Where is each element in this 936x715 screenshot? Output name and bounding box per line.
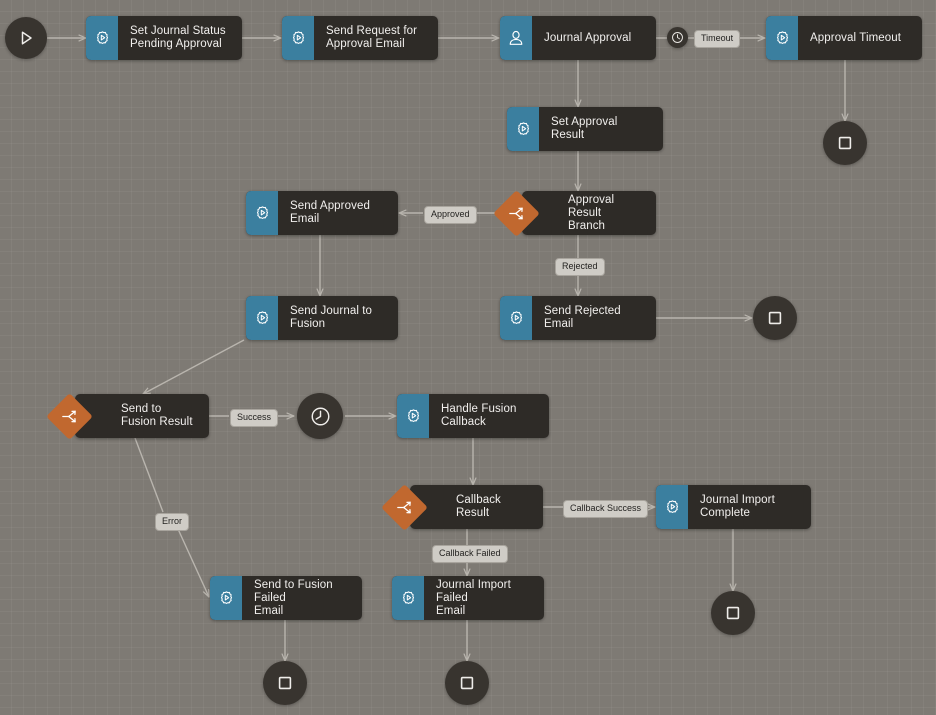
- end-node-fusion-failed[interactable]: [263, 661, 307, 705]
- node-label: Callback Result: [456, 494, 501, 519]
- edge-label-rejected: Rejected: [555, 258, 605, 276]
- wait-callback-timer-node[interactable]: [297, 393, 343, 439]
- node-label: Send Request for Approval Email: [326, 25, 418, 50]
- edge-label-success: Success: [230, 409, 279, 427]
- node-send-rejected-email[interactable]: Send Rejected Email: [500, 296, 656, 340]
- node-label: Approval Timeout: [810, 31, 902, 44]
- edge-label-callback-failed: Callback Failed: [432, 545, 508, 563]
- node-journal-approval[interactable]: Journal Approval: [500, 16, 656, 60]
- gear-play-icon: [766, 16, 798, 60]
- stop-square-icon: [768, 311, 782, 325]
- play-icon: [21, 31, 32, 45]
- branch-diamond: [493, 189, 552, 237]
- node-approval-result-branch[interactable]: Approval Result Branch: [493, 189, 656, 237]
- node-label: Set Approval Result: [551, 116, 618, 141]
- gear-play-icon: [282, 16, 314, 60]
- edge-label-approved: Approved: [424, 206, 477, 224]
- clock-icon: [672, 32, 683, 43]
- gear-play-icon: [397, 394, 429, 438]
- edge-error-to-fusion-failed: [177, 528, 210, 597]
- stop-square-icon: [838, 136, 852, 150]
- node-label: Send to Fusion Failed Email: [254, 578, 333, 617]
- gear-play-icon: [246, 191, 278, 235]
- node-label: Handle Fusion Callback: [441, 403, 517, 428]
- node-send-to-fusion-result[interactable]: Send to Fusion Result: [46, 392, 209, 440]
- edge-label-error: Error: [155, 513, 189, 531]
- node-send-to-fusion-failed-email[interactable]: Send to Fusion Failed Email: [210, 576, 362, 620]
- stop-square-icon: [726, 606, 740, 620]
- workflow-canvas[interactable]: Set Journal Status Pending Approval Send…: [0, 0, 936, 715]
- node-send-request-approval-email[interactable]: Send Request for Approval Email: [282, 16, 438, 60]
- node-send-approved-email[interactable]: Send Approved Email: [246, 191, 398, 235]
- node-label: Approval Result Branch: [568, 193, 615, 232]
- branch-diamond: [46, 392, 105, 440]
- edge-label-callback-success: Callback Success: [563, 500, 649, 518]
- node-handle-fusion-callback[interactable]: Handle Fusion Callback: [397, 394, 549, 438]
- stop-square-icon: [278, 676, 292, 690]
- node-approval-timeout[interactable]: Approval Timeout: [766, 16, 922, 60]
- node-label: Journal Approval: [544, 31, 632, 44]
- end-node-rejected[interactable]: [753, 296, 797, 340]
- node-journal-import-failed-email[interactable]: Journal Import Failed Email: [392, 576, 544, 620]
- start-node[interactable]: [5, 17, 47, 59]
- end-node-timeout[interactable]: [823, 121, 867, 165]
- node-label: Journal Import Complete: [700, 494, 775, 519]
- node-label: Send Rejected Email: [544, 305, 621, 330]
- gear-play-icon: [507, 107, 539, 151]
- node-callback-result[interactable]: Callback Result: [381, 483, 543, 531]
- gear-play-icon: [246, 296, 278, 340]
- node-label: Send Approved Email: [290, 200, 370, 225]
- node-send-journal-to-fusion[interactable]: Send Journal to Fusion: [246, 296, 398, 340]
- clock-icon: [311, 407, 329, 425]
- timeout-timer-node[interactable]: [667, 27, 688, 48]
- node-set-approval-result[interactable]: Set Approval Result: [507, 107, 663, 151]
- user-icon: [500, 16, 532, 60]
- edge-send-fusion-to-fusion-result: [143, 339, 245, 395]
- node-label: Send to Fusion Result: [121, 403, 193, 428]
- edge-label-timeout: Timeout: [694, 30, 741, 48]
- branch-diamond: [381, 483, 440, 531]
- node-journal-import-complete[interactable]: Journal Import Complete: [656, 485, 811, 529]
- edge-fusion-result-to-error-label: [134, 437, 164, 513]
- end-node-import-failed[interactable]: [445, 661, 489, 705]
- gear-play-icon: [392, 576, 424, 620]
- node-label: Send Journal to Fusion: [290, 305, 373, 330]
- node-label: Journal Import Failed Email: [436, 578, 511, 617]
- gear-play-icon: [210, 576, 242, 620]
- stop-square-icon: [460, 676, 474, 690]
- end-node-import-complete[interactable]: [711, 591, 755, 635]
- fork-icon: [388, 491, 421, 524]
- gear-play-icon: [500, 296, 532, 340]
- gear-play-icon: [656, 485, 688, 529]
- node-label: Set Journal Status Pending Approval: [130, 25, 226, 50]
- fork-icon: [500, 197, 533, 230]
- fork-icon: [53, 400, 86, 433]
- node-set-journal-status[interactable]: Set Journal Status Pending Approval: [86, 16, 242, 60]
- gear-play-icon: [86, 16, 118, 60]
